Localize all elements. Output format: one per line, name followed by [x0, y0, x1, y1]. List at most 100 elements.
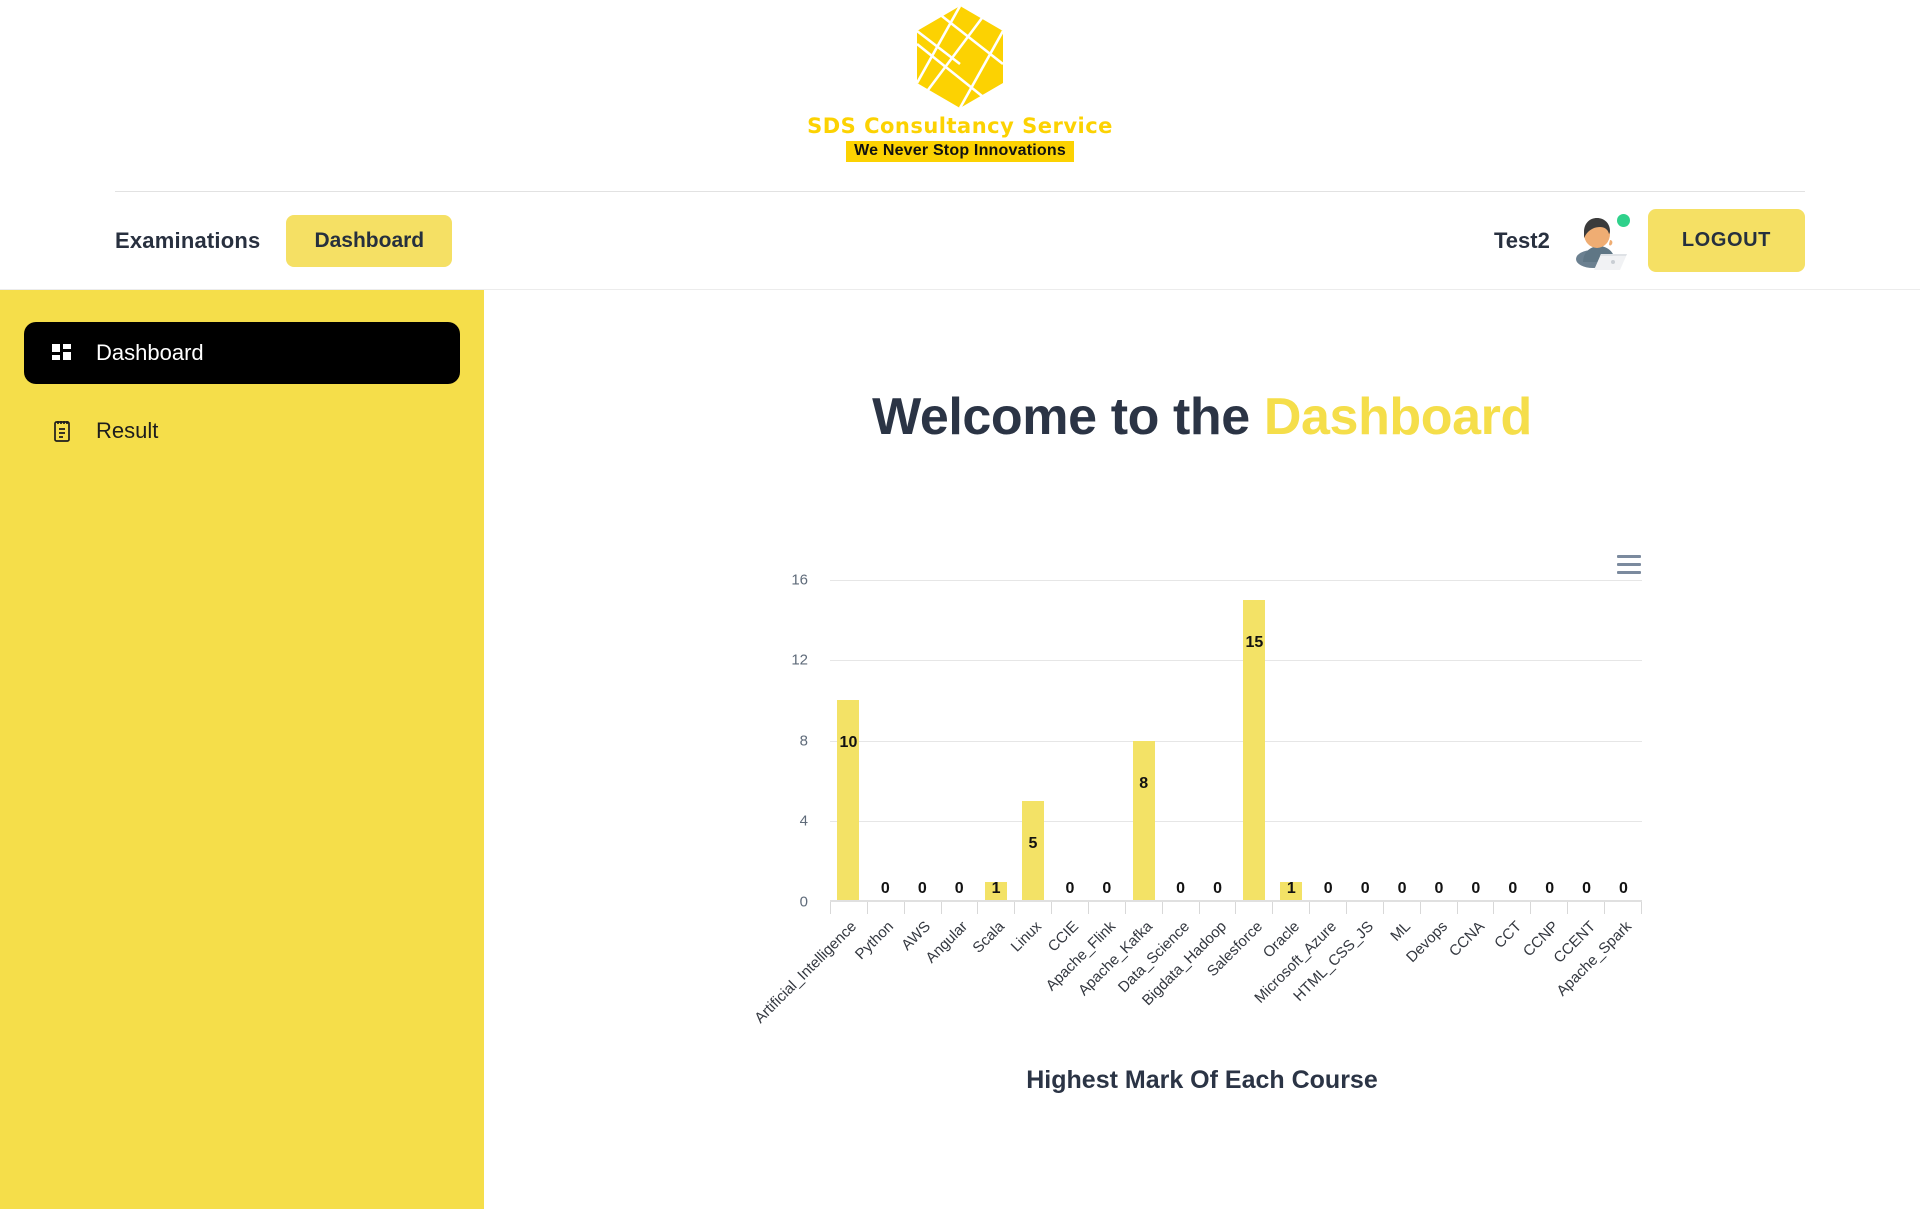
highest-mark-chart: 0 4 8 12 16 10 0 0 0 1 5 0 0 8 0 0 15 1 0 0 0 0 0 0 0 0 0 Artific… [752, 550, 1652, 1130]
chart-bar-group[interactable]: 0 [1199, 580, 1236, 902]
chart-bar-group[interactable]: 0 [1088, 580, 1125, 902]
x-label-cell: Python [852, 914, 904, 1044]
chart-x-axis-labels: Artificial_Intelligence Python AWS Angular S… [752, 914, 1642, 1044]
x-tick [1051, 901, 1088, 914]
bar-value-label: 15 [1245, 633, 1264, 651]
x-tick [940, 901, 978, 914]
user-name-label: Test2 [1494, 227, 1550, 253]
chart-bar-group[interactable]: 0 [1494, 580, 1531, 902]
bar-value-label: 0 [1102, 879, 1112, 897]
x-tick [1456, 901, 1494, 914]
sidebar-item-result[interactable]: Result [24, 400, 460, 462]
bar-value-label: 0 [1582, 879, 1592, 897]
welcome-highlight: Dashboard [1263, 387, 1532, 446]
sidebar-item-label: Dashboard [96, 340, 204, 365]
main-content: Welcome to the Dashboard 0 4 8 12 16 10 0 0 0 1 5… [484, 290, 1920, 1209]
x-tick-label: Artificial_Intelligence [751, 917, 861, 1027]
chart-bar-group[interactable]: 0 [904, 580, 941, 902]
bar-value-label: 0 [1434, 879, 1444, 897]
x-label-cell: Angular [923, 914, 978, 1044]
x-label-cell: Scala [970, 914, 1015, 1044]
bar-value-label: 0 [880, 879, 890, 897]
x-label-cell: ML [1384, 914, 1421, 1044]
grid-dashboard-icon [50, 341, 74, 365]
chart-bar-group[interactable]: 8 [1125, 580, 1162, 902]
bar-value-label: 8 [1139, 774, 1149, 792]
x-tick [1419, 901, 1457, 914]
x-tick [1014, 901, 1051, 914]
chart-bar-group[interactable]: 0 [1051, 580, 1088, 902]
hamburger-menu-icon[interactable] [1614, 552, 1644, 578]
online-status-dot [1616, 213, 1630, 227]
x-tick-label: ML [1387, 917, 1415, 945]
sidebar: Dashboard Result [0, 290, 484, 1209]
chart-bar-group[interactable]: 0 [1568, 580, 1605, 902]
chart-bar-group[interactable]: 10 [830, 580, 867, 902]
x-tick [830, 901, 867, 914]
bar-value-label: 0 [954, 879, 964, 897]
chart-plot-area: 10 0 0 0 1 5 0 0 8 0 0 15 1 0 0 0 0 0 0 0 0 0 [830, 579, 1642, 902]
nav-brand-examinations[interactable]: Examinations [115, 228, 260, 254]
x-tick [1124, 901, 1162, 914]
chart-x-ticks [830, 901, 1642, 914]
bar-value-label: 5 [1028, 835, 1038, 853]
x-label-cell: CCT [1491, 914, 1531, 1044]
bar-value-label: 1 [1286, 879, 1296, 897]
clipboard-result-icon [50, 419, 74, 443]
chart-title: Highest Mark Of Each Course [1026, 1065, 1378, 1094]
chart-bar-group[interactable]: 0 [941, 580, 978, 902]
chart-bar-group[interactable]: 0 [867, 580, 904, 902]
y-tick-label: 12 [791, 651, 808, 669]
bar-value-label: 0 [1508, 879, 1518, 897]
x-tick [977, 901, 1014, 914]
sidebar-item-label: Result [96, 418, 159, 443]
x-tick [1346, 901, 1383, 914]
x-tick [1493, 901, 1530, 914]
chart-bar-group[interactable]: 0 [1384, 580, 1421, 902]
chart-bar[interactable] [1132, 740, 1155, 902]
y-tick-label: 4 [799, 812, 808, 830]
chart-bar-group[interactable]: 0 [1421, 580, 1458, 902]
chart-bar-group[interactable]: 0 [1310, 580, 1347, 902]
chart-bar-group[interactable]: 0 [1531, 580, 1568, 902]
hexagon-logo-icon [914, 4, 1006, 110]
chart-bar-group[interactable]: 0 [1457, 580, 1494, 902]
bar-value-label: 0 [1619, 879, 1628, 897]
y-tick-label: 8 [799, 732, 808, 750]
chart-bar-group[interactable]: 0 [1347, 580, 1384, 902]
x-tick [866, 901, 904, 914]
x-label-cell: AWS [898, 914, 941, 1044]
brand-tagline: We Never Stop Innovations [846, 141, 1074, 163]
bar-value-label: 0 [1065, 879, 1075, 897]
x-tick [1530, 901, 1567, 914]
brand-name: SDS Consultancy Service [807, 114, 1113, 138]
x-label-cell: Bigdata_Hadoop [1138, 914, 1236, 1044]
top-navigation: Examinations Dashboard Test2 LOGOUT [0, 192, 1920, 290]
bar-value-label: 0 [1176, 879, 1186, 897]
x-tick [1198, 901, 1236, 914]
x-tick [1272, 901, 1309, 914]
chart-bar-group[interactable]: 0 [1162, 580, 1199, 902]
x-label-cell: Artificial_Intelligence [752, 914, 867, 1044]
x-tick [1604, 901, 1642, 914]
chart-bar-group[interactable]: 0 [1605, 580, 1642, 902]
logout-button[interactable]: LOGOUT [1647, 209, 1805, 272]
x-tick [1567, 901, 1604, 914]
x-tick [1235, 901, 1272, 914]
bar-value-label: 0 [917, 879, 927, 897]
bar-value-label: 0 [1545, 879, 1555, 897]
chart-bar-group[interactable]: 1 [1273, 580, 1310, 902]
chart-bar-group[interactable]: 1 [978, 580, 1015, 902]
page-shell: Dashboard Result Welcome to the Dashboar… [0, 290, 1920, 1209]
chart-y-axis: 0 4 8 12 16 [752, 571, 824, 910]
nav-tab-dashboard[interactable]: Dashboard [286, 214, 453, 267]
sidebar-item-dashboard[interactable]: Dashboard [24, 322, 460, 384]
x-label-cell: Devops [1403, 914, 1458, 1044]
x-tick [1088, 901, 1125, 914]
x-tick [1309, 901, 1346, 914]
chart-bar-group[interactable]: 5 [1015, 580, 1052, 902]
chart-bar-group[interactable]: 15 [1236, 580, 1273, 902]
user-avatar-icon[interactable] [1570, 212, 1630, 270]
chart-bar[interactable] [837, 700, 860, 902]
x-tick [1382, 901, 1420, 914]
